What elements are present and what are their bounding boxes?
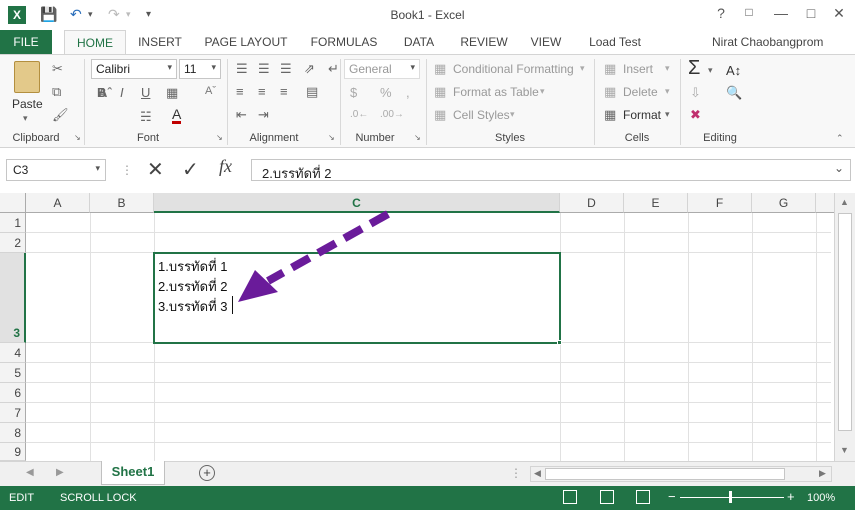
- horizontal-scrollbar[interactable]: ◀ ▶: [530, 466, 832, 482]
- status-scroll-lock: SCROLL LOCK: [60, 492, 137, 504]
- vertical-scroll-thumb[interactable]: [838, 213, 852, 431]
- normal-view-icon[interactable]: [563, 490, 577, 504]
- next-sheet-icon[interactable]: ▶: [56, 467, 64, 478]
- horizontal-scroll-thumb[interactable]: [545, 468, 785, 480]
- page-break-view-icon[interactable]: [636, 490, 650, 504]
- annotation-arrow: [238, 210, 390, 302]
- page-layout-view-icon[interactable]: [600, 490, 614, 504]
- zoom-out-icon[interactable]: −: [668, 489, 676, 504]
- scroll-down-icon[interactable]: ▼: [840, 445, 849, 455]
- zoom-level[interactable]: 100%: [807, 492, 835, 504]
- scroll-up-icon[interactable]: ▲: [840, 197, 849, 207]
- zoom-slider-thumb[interactable]: [729, 491, 732, 503]
- new-sheet-button[interactable]: +: [199, 465, 215, 481]
- vertical-scrollbar[interactable]: ▲ ▼: [834, 193, 855, 461]
- status-bar: EDIT SCROLL LOCK − + 100%: [0, 486, 855, 510]
- sheet-tab-sheet1[interactable]: Sheet1: [101, 461, 165, 485]
- zoom-in-icon[interactable]: +: [787, 489, 795, 504]
- prev-sheet-icon[interactable]: ◀: [26, 467, 34, 478]
- grip-icon: ⋮: [510, 466, 522, 480]
- scroll-right-icon[interactable]: ▶: [819, 468, 826, 479]
- annotation-arrow-shaft: [266, 210, 390, 285]
- scroll-left-icon[interactable]: ◀: [534, 468, 541, 479]
- zoom-slider[interactable]: [680, 497, 784, 498]
- status-mode: EDIT: [9, 492, 35, 504]
